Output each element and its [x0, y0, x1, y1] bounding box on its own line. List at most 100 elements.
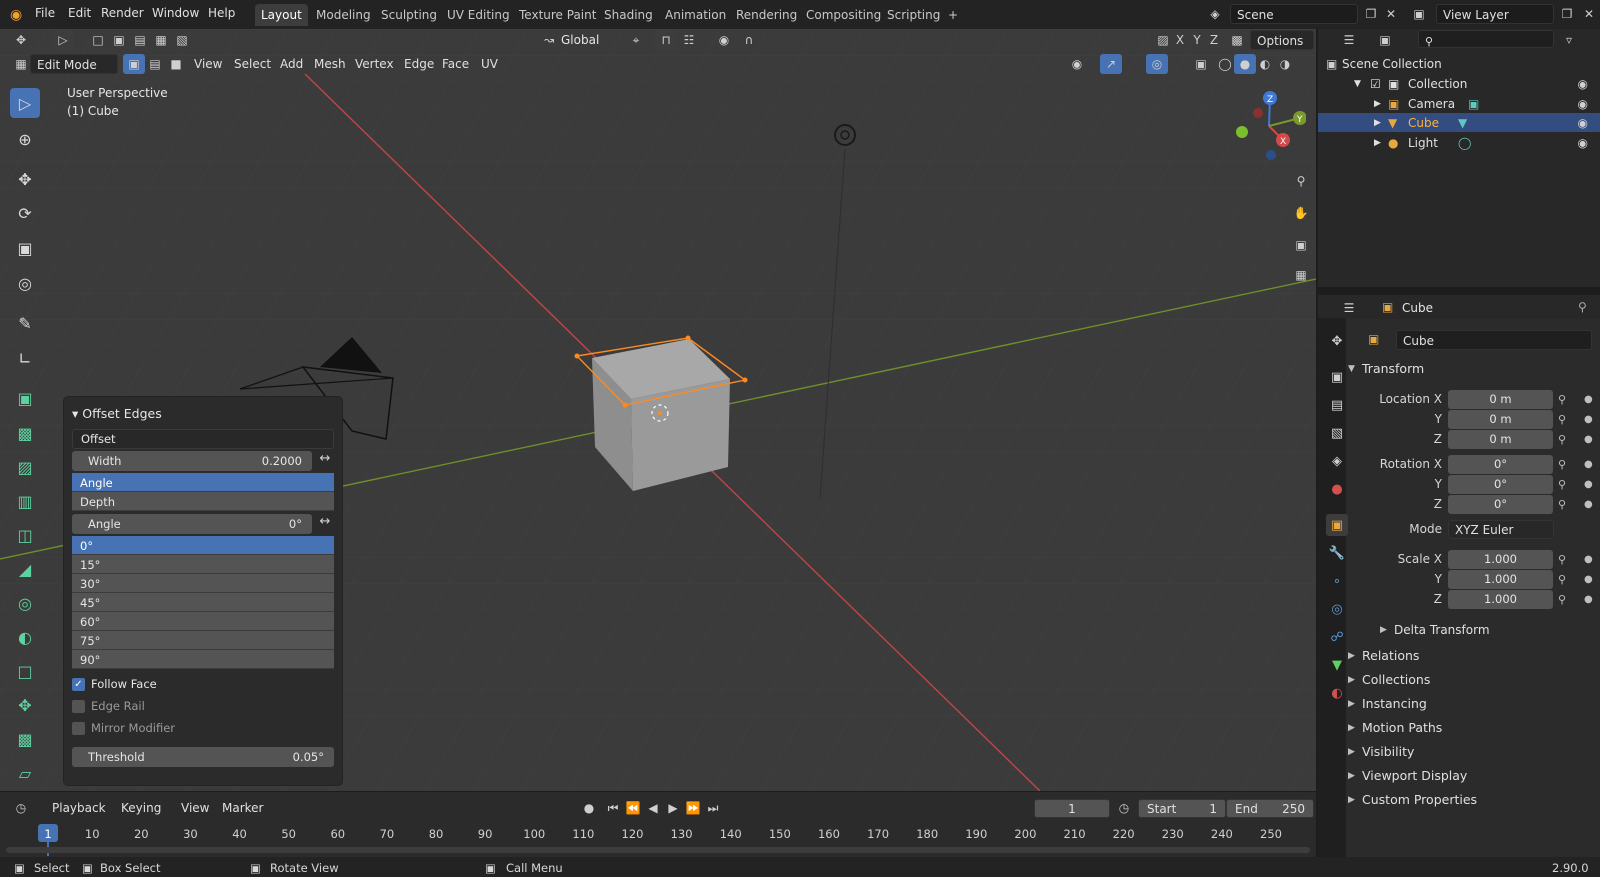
- visibility-panel-header[interactable]: Visibility: [1362, 744, 1414, 759]
- tab-texture-paint[interactable]: Texture Paint: [513, 4, 602, 26]
- geometry-option-depth[interactable]: Depth: [72, 492, 334, 511]
- new-scene-icon[interactable]: ❐: [1360, 4, 1382, 24]
- edge-rail-checkbox[interactable]: Edge Rail: [72, 699, 145, 713]
- follow-face-checkbox[interactable]: ✓ Follow Face: [72, 677, 157, 691]
- tool-tab-icon[interactable]: ✥: [1326, 330, 1348, 352]
- keyframe-dot-icon[interactable]: ●: [1584, 574, 1593, 585]
- snap-target-icon[interactable]: ☷: [678, 30, 700, 50]
- lock-icon[interactable]: ⚲: [1558, 433, 1566, 446]
- knife-tool-icon[interactable]: ◢: [10, 554, 40, 584]
- rotate-tool-icon[interactable]: ⟳: [10, 198, 40, 228]
- expand-arrow-icon[interactable]: ▼: [1354, 79, 1361, 89]
- edge-select-icon[interactable]: ▤: [144, 54, 166, 74]
- location-z-field[interactable]: 0 m: [1448, 430, 1553, 449]
- keyframe-dot-icon[interactable]: ●: [1584, 554, 1593, 565]
- eye-icon[interactable]: ◉: [1578, 136, 1588, 150]
- transform-tool-icon[interactable]: ◎: [10, 268, 40, 298]
- object-name-field[interactable]: Cube: [1396, 330, 1592, 350]
- view-layer-field[interactable]: View Layer: [1436, 4, 1554, 24]
- keyframe-dot-icon[interactable]: ●: [1584, 414, 1593, 425]
- expand-arrow-icon[interactable]: ▶: [1374, 138, 1381, 148]
- scene-tab-icon[interactable]: ◈: [1326, 450, 1348, 472]
- jump-end-icon[interactable]: ⏭: [702, 798, 724, 818]
- gizmo-icon[interactable]: ↗: [1100, 54, 1122, 74]
- lock-icon[interactable]: ⚲: [1558, 553, 1566, 566]
- lock-icon[interactable]: ⚲: [1558, 593, 1566, 606]
- operator-panel-title[interactable]: ▾ Offset Edges: [72, 406, 162, 421]
- expand-arrow-icon[interactable]: ▶: [1348, 771, 1355, 781]
- scene-icon[interactable]: ◈: [1204, 4, 1226, 24]
- relations-panel-header[interactable]: Relations: [1362, 648, 1419, 663]
- outliner-editor-icon[interactable]: ☰: [1338, 30, 1360, 50]
- width-field[interactable]: Width 0.2000: [72, 451, 312, 471]
- options-dropdown[interactable]: Options: [1250, 30, 1314, 50]
- axis-x-toggle[interactable]: X: [1172, 30, 1188, 50]
- orientation-icon[interactable]: ↝: [538, 30, 560, 50]
- particles-tab-icon[interactable]: ∘: [1326, 570, 1348, 592]
- cursor-tool-icon[interactable]: ⊕: [10, 124, 40, 154]
- menu-window[interactable]: Window: [152, 6, 199, 20]
- xray-icon[interactable]: ▣: [1190, 54, 1212, 74]
- add-workspace-icon[interactable]: +: [942, 5, 964, 25]
- keyframe-dot-icon[interactable]: ●: [1584, 394, 1593, 405]
- record-icon[interactable]: ●: [578, 798, 600, 818]
- prev-keyframe-icon[interactable]: ⏪: [622, 798, 644, 818]
- custom-properties-panel-header[interactable]: Custom Properties: [1362, 792, 1477, 807]
- play-reverse-icon[interactable]: ◀: [642, 798, 664, 818]
- outliner-scene-collection[interactable]: ▣ Scene Collection: [1318, 54, 1600, 73]
- select-box-tool-icon[interactable]: ▷: [10, 88, 40, 118]
- expand-arrow-icon[interactable]: ▶: [1348, 747, 1355, 757]
- modifier-tab-icon[interactable]: 🔧: [1326, 542, 1348, 564]
- menu-edit[interactable]: Edit: [68, 6, 91, 20]
- mesh-data-icon[interactable]: ▼: [1458, 116, 1467, 130]
- location-y-field[interactable]: 0 m: [1448, 410, 1553, 429]
- angle-preset-90[interactable]: 90°: [72, 650, 334, 669]
- threshold-field[interactable]: Threshold 0.05°: [72, 747, 334, 767]
- angle-arrows-icon[interactable]: ↔: [316, 514, 334, 534]
- outliner-item-light[interactable]: ▶ ● Light ◯ ◉: [1318, 133, 1600, 152]
- smooth-tool-icon[interactable]: □: [10, 656, 40, 686]
- lock-icon[interactable]: ⚲: [1558, 413, 1566, 426]
- light-data-icon[interactable]: ◯: [1458, 136, 1471, 150]
- delta-transform-subpanel[interactable]: Delta Transform: [1394, 623, 1490, 637]
- view-layer-tab-icon[interactable]: ▧: [1326, 422, 1348, 444]
- keyframe-dot-icon[interactable]: ●: [1584, 594, 1593, 605]
- expand-arrow-icon[interactable]: ▶: [1348, 723, 1355, 733]
- pan-hand-icon[interactable]: ✋: [1288, 200, 1314, 226]
- eye-icon[interactable]: ◉: [1578, 116, 1588, 130]
- edge-slide-tool-icon[interactable]: ✥: [10, 690, 40, 720]
- menu-playback[interactable]: Playback: [52, 801, 106, 815]
- eye-icon[interactable]: ◉: [1578, 97, 1588, 111]
- constraints-tab-icon[interactable]: ☍: [1326, 626, 1348, 648]
- rotation-z-field[interactable]: 0°: [1448, 495, 1553, 514]
- expand-arrow-icon[interactable]: ▼: [1348, 364, 1355, 374]
- menu-timeline-view[interactable]: View: [181, 801, 209, 815]
- timeline-scrollbar[interactable]: [6, 847, 1310, 853]
- object-tab-icon[interactable]: ▣: [1326, 514, 1348, 536]
- wireframe-shading-icon[interactable]: ◯: [1214, 54, 1236, 74]
- menu-add[interactable]: Add: [280, 57, 303, 71]
- width-arrows-icon[interactable]: ↔: [316, 451, 334, 471]
- outliner-item-cube[interactable]: ▶ ▼ Cube ▼ ◉: [1318, 113, 1600, 132]
- view-layer-icon[interactable]: ▣: [1408, 4, 1430, 24]
- solid-shading-icon[interactable]: ●: [1234, 54, 1256, 74]
- tab-modeling[interactable]: Modeling: [310, 4, 377, 26]
- data-tab-icon[interactable]: ▼: [1326, 654, 1348, 676]
- menu-view[interactable]: View: [194, 57, 222, 71]
- menu-uv[interactable]: UV: [481, 57, 498, 71]
- select-intersect-icon[interactable]: ▧: [171, 30, 193, 50]
- menu-file[interactable]: File: [35, 6, 55, 20]
- menu-face[interactable]: Face: [442, 57, 469, 71]
- tab-sculpting[interactable]: Sculpting: [375, 4, 443, 26]
- current-frame-field[interactable]: 1: [1034, 799, 1110, 818]
- lock-icon[interactable]: ⚲: [1558, 458, 1566, 471]
- tab-shading[interactable]: Shading: [598, 4, 659, 26]
- outliner-item-camera[interactable]: ▶ ▣ Camera ▣ ◉: [1318, 94, 1600, 113]
- remove-scene-icon[interactable]: ✕: [1380, 4, 1402, 24]
- output-tab-icon[interactable]: ▤: [1326, 394, 1348, 416]
- expand-arrow-icon[interactable]: ▶: [1348, 651, 1355, 661]
- menu-edge[interactable]: Edge: [404, 57, 434, 71]
- menu-select[interactable]: Select: [234, 57, 271, 71]
- zoom-icon[interactable]: ⚲: [1288, 168, 1314, 194]
- tab-rendering[interactable]: Rendering: [730, 4, 803, 26]
